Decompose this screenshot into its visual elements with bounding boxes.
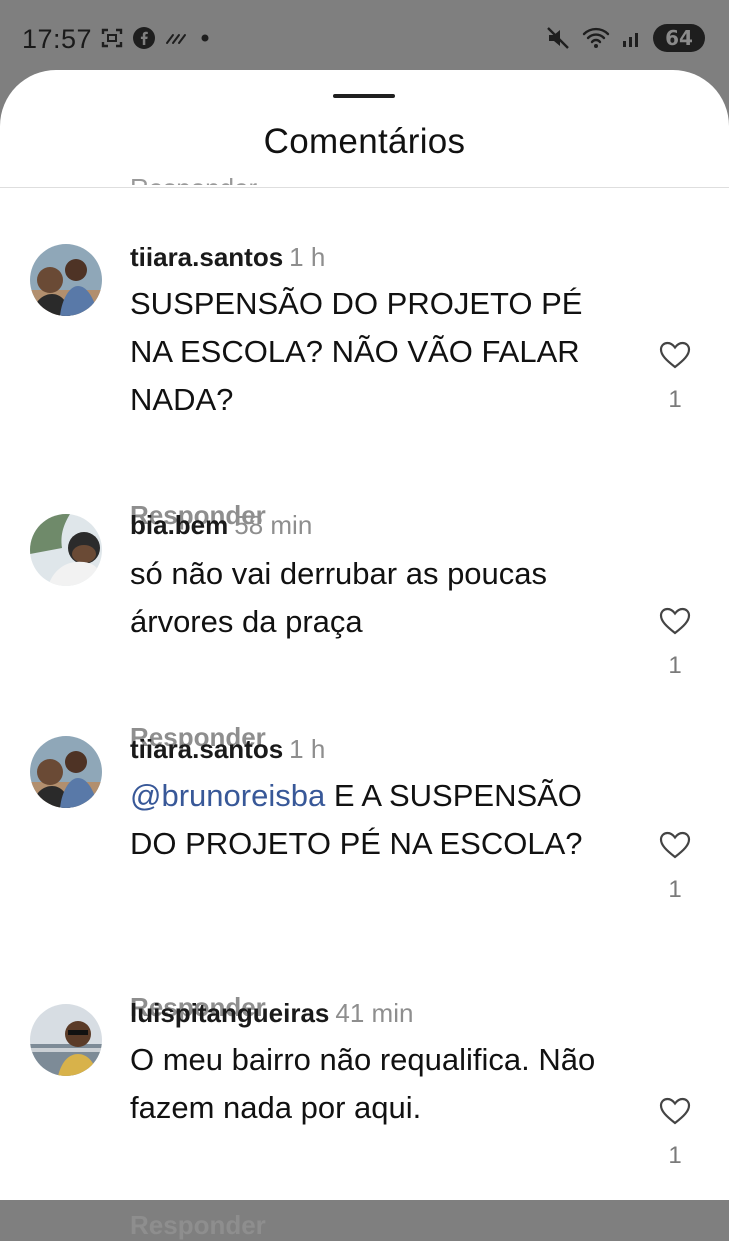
- avatar[interactable]: [30, 736, 102, 808]
- comment-time: 58 min: [234, 510, 313, 540]
- comment-meta: tiiara.santos 1 h: [130, 734, 325, 765]
- comment-text: SUSPENSÃO DO PROJETO PÉ NA ESCOLA? NÃO V…: [130, 280, 600, 424]
- heart-icon[interactable]: [658, 830, 692, 860]
- comment-time: 1 h: [289, 734, 326, 764]
- battery-indicator: 64: [653, 24, 705, 52]
- heart-icon[interactable]: [658, 1096, 692, 1126]
- like-count: 1: [668, 386, 682, 413]
- avatar[interactable]: [30, 244, 102, 316]
- avatar[interactable]: [30, 1004, 102, 1076]
- comment-body: O meu bairro não requalifica. Não fazem …: [130, 1042, 596, 1125]
- battery-level: 64: [665, 26, 693, 50]
- status-time: 17:57: [22, 24, 93, 54]
- status-right-icons: 64: [545, 24, 705, 52]
- reply-button[interactable]: Responder: [130, 1210, 266, 1241]
- heart-icon[interactable]: [658, 606, 692, 636]
- mute-icon: [547, 27, 569, 49]
- dot-icon: [201, 34, 209, 42]
- comment-username[interactable]: tiiara.santos: [130, 242, 283, 272]
- comment-text: O meu bairro não requalifica. Não fazem …: [130, 1036, 630, 1132]
- like-count: 1: [668, 876, 682, 903]
- comment-body: SUSPENSÃO DO PROJETO PÉ NA ESCOLA? NÃO V…: [130, 286, 583, 417]
- comment-meta: tiiara.santos 1 h: [130, 242, 325, 273]
- like-count: 1: [668, 652, 682, 679]
- comment-username[interactable]: tiiara.santos: [130, 734, 283, 764]
- drag-handle[interactable]: [333, 94, 395, 98]
- comment-meta: bia.bem 58 min: [130, 510, 312, 541]
- sheet-title: Comentários: [263, 122, 466, 161]
- status-left-icons: [100, 26, 212, 50]
- facebook-icon: [133, 27, 155, 49]
- comment-text: @brunoreisba E A SUSPENSÃO DO PROJETO PÉ…: [130, 772, 600, 868]
- heart-icon[interactable]: [658, 340, 692, 370]
- mention-link[interactable]: @brunoreisba: [130, 778, 325, 813]
- comment-meta: luispitangueiras 41 min: [130, 998, 413, 1029]
- comment-text: só não vai derrubar as poucas árvores da…: [130, 550, 560, 646]
- signal-icon: [623, 33, 638, 47]
- like-count: 1: [668, 1142, 682, 1169]
- wind-icon: [166, 34, 186, 44]
- comment-time: 1 h: [289, 242, 326, 272]
- comment-time: 41 min: [335, 998, 414, 1028]
- wifi-icon: [582, 27, 610, 48]
- screenshot-icon: [101, 28, 123, 48]
- status-bar: 17:57 64: [0, 0, 729, 78]
- comments-sheet: Comentários Responder tiiara.santos1 h S…: [0, 70, 729, 1240]
- avatar[interactable]: [30, 514, 102, 586]
- comment-username[interactable]: luispitangueiras: [130, 998, 329, 1028]
- comment-body: só não vai derrubar as poucas árvores da…: [130, 556, 548, 639]
- cutoff-reply-label: Responder: [130, 173, 257, 185]
- header-divider: [0, 187, 729, 188]
- comment-username[interactable]: bia.bem: [130, 510, 228, 540]
